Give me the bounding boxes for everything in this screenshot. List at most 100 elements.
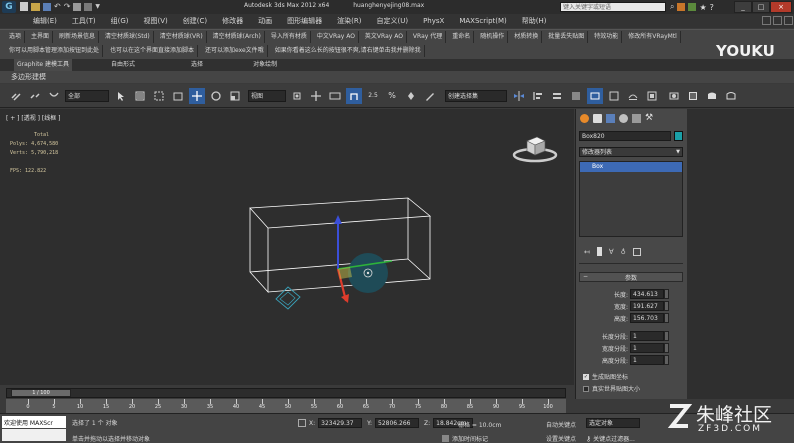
menu-item[interactable]: 自定义(U): [373, 15, 411, 27]
param-field[interactable]: 191.627: [630, 301, 664, 311]
slate-material-icon[interactable]: [644, 88, 660, 104]
param-field[interactable]: 434.613: [630, 289, 664, 299]
object-name-field[interactable]: Box820: [579, 131, 671, 141]
make-unique-icon[interactable]: ∀: [609, 248, 614, 256]
dropdown-icon[interactable]: ▼: [95, 3, 100, 10]
stack-item-box[interactable]: Box: [580, 162, 682, 172]
search-icon[interactable]: ⌕: [670, 2, 674, 12]
real-world-checkbox[interactable]: [583, 385, 589, 392]
hold-icon[interactable]: [73, 2, 82, 11]
help-icon[interactable]: ?: [710, 3, 714, 12]
script-button[interactable]: 随机操作: [477, 31, 509, 43]
autokey-button[interactable]: 自动关键点: [546, 420, 576, 429]
y-coordinate-field[interactable]: 52806.266: [375, 418, 420, 428]
material-editor-icon[interactable]: [625, 88, 641, 104]
ribbon-tab-freeform[interactable]: 自由形式: [108, 59, 138, 71]
modify-tab-icon[interactable]: [593, 114, 602, 123]
script-button[interactable]: 中文VRay AO: [314, 31, 359, 43]
perspective-viewport[interactable]: [ + ] [透视 ] [线框 ] Total Polys: 4,674,580…: [0, 109, 574, 392]
param-field[interactable]: 1: [630, 355, 664, 365]
ribbon-tab-selection[interactable]: 选择: [188, 59, 206, 71]
script-button[interactable]: 清空材质球(Std): [102, 31, 154, 43]
script-button[interactable]: 导入所有材质: [268, 31, 311, 43]
param-spinner[interactable]: [664, 343, 669, 353]
menu-item[interactable]: 视图(V): [141, 15, 171, 27]
render-iterative-icon[interactable]: [723, 88, 739, 104]
pivot-center-icon[interactable]: [289, 88, 305, 104]
param-spinner[interactable]: [664, 355, 669, 365]
snaps-toggle-icon[interactable]: [346, 87, 362, 104]
open-file-icon[interactable]: [31, 2, 40, 11]
key-mode-select[interactable]: 选定对象: [586, 418, 640, 428]
script-button[interactable]: 如果你看着这么长的按钮很不爽,请右键单击我并删除我: [272, 45, 425, 57]
menu-item[interactable]: 组(G): [108, 15, 132, 27]
script-button[interactable]: 你可以用脚本管理添加按钮到此处: [6, 45, 104, 57]
script-button[interactable]: VRay 代理: [410, 31, 447, 43]
save-file-icon[interactable]: [43, 2, 51, 11]
percent-snap-icon[interactable]: %: [384, 88, 400, 104]
script-button[interactable]: 主界面: [28, 31, 54, 43]
selection-filter-select[interactable]: 全部: [65, 89, 109, 102]
mirror-icon[interactable]: [511, 88, 527, 104]
select-scale-icon[interactable]: [227, 88, 243, 104]
script-button[interactable]: 英文VRay AO: [362, 31, 407, 43]
script-button[interactable]: 刷新场景信息: [56, 31, 100, 43]
script-button[interactable]: 也可以在这个界面直接添加脚本: [107, 45, 199, 57]
layer-manager-icon[interactable]: [549, 88, 565, 104]
close-button[interactable]: ×: [770, 1, 792, 13]
menu-item[interactable]: 帮助(H): [519, 15, 550, 27]
link-icon[interactable]: [8, 88, 24, 104]
fetch-icon[interactable]: [84, 2, 93, 11]
gen-mapping-checkbox[interactable]: ✓: [583, 373, 589, 380]
angle-snap-icon[interactable]: 2.5: [365, 88, 381, 104]
script-button[interactable]: 清空材质球(Arch): [210, 31, 265, 43]
param-field[interactable]: 156.703: [630, 313, 664, 323]
script-button[interactable]: 还可以添加exe文件哦: [202, 45, 268, 57]
pin-stack-icon[interactable]: ↤: [584, 248, 590, 256]
object-color-swatch[interactable]: [674, 131, 683, 141]
script-button[interactable]: 选项: [6, 31, 26, 43]
setkey-button[interactable]: 设置关键点: [546, 434, 576, 443]
absolute-mode-icon[interactable]: [298, 419, 306, 427]
maxscript-mini-input[interactable]: [2, 429, 66, 441]
ribbon-tab-graphite[interactable]: Graphite 建模工具: [14, 59, 73, 71]
rollout-toggle[interactable]: −: [583, 273, 588, 280]
app-restore-button[interactable]: [773, 16, 782, 25]
select-by-name-icon[interactable]: [132, 88, 148, 104]
keyboard-shortcut-icon[interactable]: [327, 88, 343, 104]
configure-sets-icon[interactable]: [632, 247, 641, 256]
unlink-icon[interactable]: [27, 88, 43, 104]
schematic-view-icon[interactable]: [606, 88, 622, 104]
create-tab-icon[interactable]: [580, 114, 589, 123]
menu-item[interactable]: MAXScript(M): [456, 15, 509, 27]
key-filters[interactable]: ⚷ 关键点过滤器...: [586, 434, 635, 443]
window-crossing-icon[interactable]: [170, 88, 186, 104]
menu-item[interactable]: 图形编辑器: [284, 15, 325, 27]
search-input[interactable]: 键入关键字或短语: [560, 2, 666, 12]
param-spinner[interactable]: [664, 301, 669, 311]
script-button[interactable]: 批量丢失贴图: [545, 31, 589, 43]
menu-item[interactable]: 动画: [255, 15, 275, 27]
app-minimize-button[interactable]: [762, 16, 771, 25]
maxscript-listener[interactable]: 欢迎使用 MAXScr: [2, 416, 66, 428]
script-button[interactable]: 重命名: [449, 31, 475, 43]
redo-icon[interactable]: ↷: [64, 2, 71, 11]
param-spinner[interactable]: [664, 313, 669, 323]
named-selection-set-select[interactable]: 创建选择集: [445, 89, 507, 102]
subscription-icon[interactable]: [677, 3, 686, 11]
track-bar[interactable]: 0 5 10 15 20 25 30 35 40 45 50 55 60 65 70 75 80 85 90 95 10…: [6, 399, 566, 413]
modifier-list-select[interactable]: 修改器列表 ▼: [579, 147, 683, 157]
maximize-button[interactable]: □: [752, 1, 770, 13]
app-close-button[interactable]: [784, 16, 793, 25]
menu-item[interactable]: PhysX: [420, 15, 447, 27]
remove-modifier-icon[interactable]: ♁: [621, 248, 626, 256]
select-manipulate-icon[interactable]: [308, 88, 324, 104]
minimize-button[interactable]: _: [734, 1, 752, 13]
menu-item[interactable]: 工具(T): [69, 15, 99, 27]
script-button[interactable]: 修改所有VRayMtl: [625, 31, 681, 43]
x-coordinate-field[interactable]: 323429.37: [318, 418, 363, 428]
curve-editor-icon[interactable]: [587, 87, 603, 104]
align-icon[interactable]: [530, 88, 546, 104]
time-slider[interactable]: 1 / 100: [6, 388, 566, 398]
param-field[interactable]: 1: [630, 343, 664, 353]
